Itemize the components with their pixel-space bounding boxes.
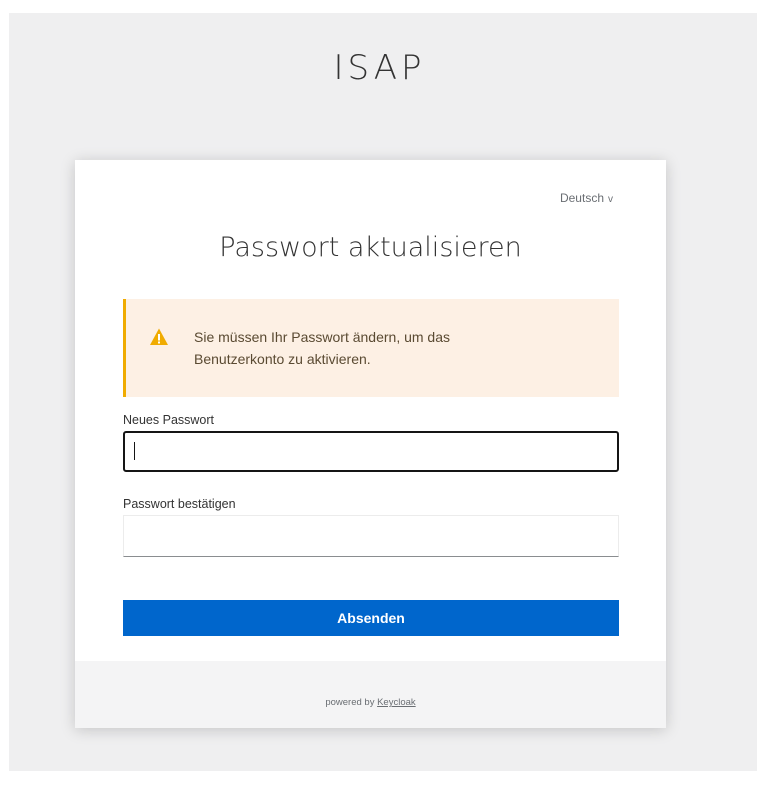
keycloak-link[interactable]: Keycloak xyxy=(377,697,416,708)
brand-title: ISAP xyxy=(333,48,426,88)
warning-alert: Sie müssen Ihr Passwort ändern, um das B… xyxy=(123,299,619,397)
alert-message: Sie müssen Ihr Passwort ändern, um das B… xyxy=(194,329,451,367)
submit-button[interactable]: Absenden xyxy=(123,600,619,636)
powered-by-text: powered by Keycloak xyxy=(75,697,666,708)
page-title: Passwort aktualisieren xyxy=(219,232,522,263)
chevron-down-icon: v xyxy=(608,194,613,205)
text-caret xyxy=(134,442,135,460)
new-password-label: Neues Passwort xyxy=(123,413,215,427)
footer: powered by Keycloak xyxy=(75,661,666,728)
warning-icon xyxy=(150,328,168,345)
language-selector[interactable]: Deutsch v xyxy=(560,191,613,205)
login-card: Deutsch v Passwort aktualisieren Sie müss… xyxy=(75,160,666,728)
language-selected: Deutsch xyxy=(559,191,604,205)
new-password-field[interactable] xyxy=(123,431,619,472)
confirm-password-label: Passwort bestätigen xyxy=(123,497,236,511)
confirm-password-field[interactable] xyxy=(123,515,619,557)
powered-by-prefix: powered by xyxy=(325,697,375,708)
